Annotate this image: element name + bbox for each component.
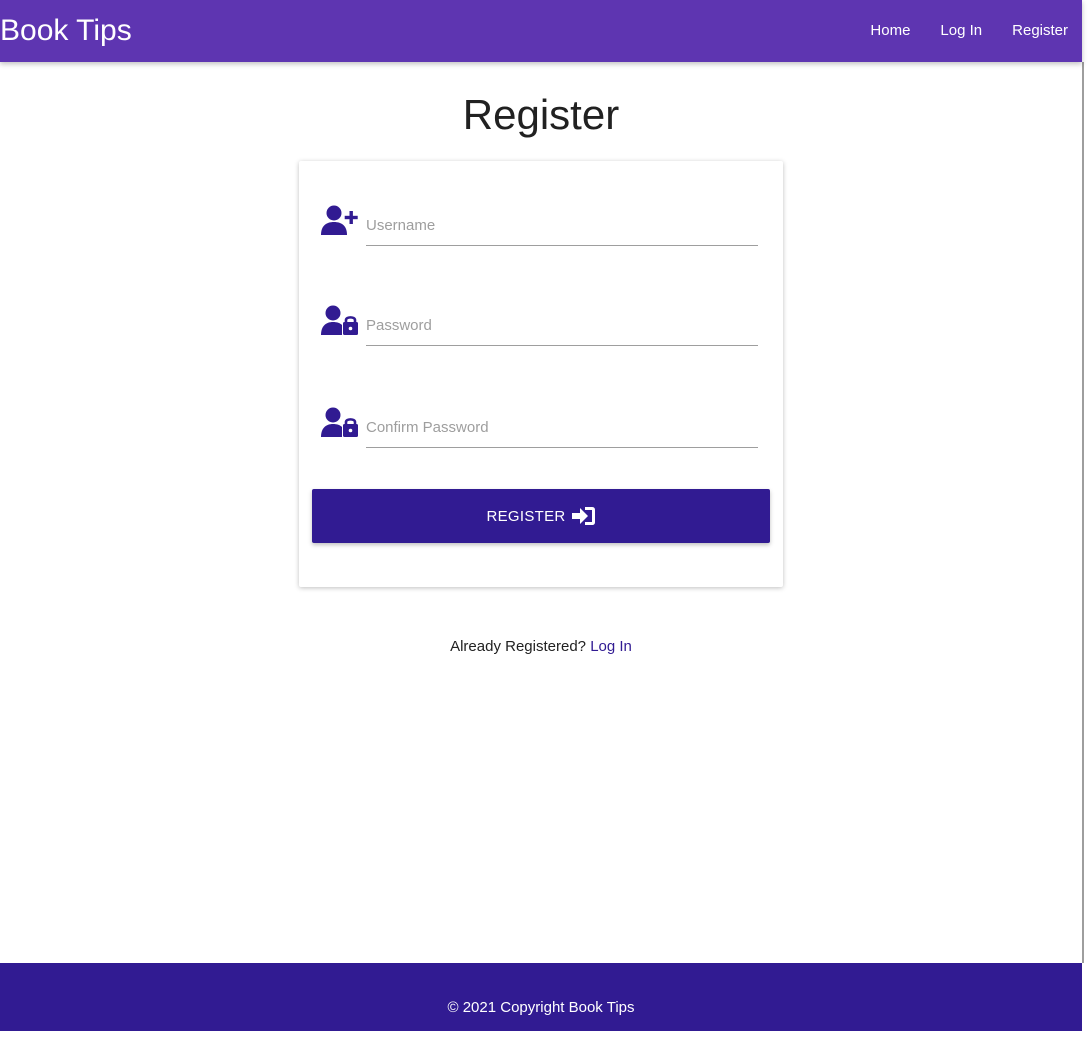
sign-in-icon: [571, 506, 596, 526]
page-title: Register: [462, 91, 620, 138]
password-input[interactable]: [366, 305, 758, 346]
footer-copyright: © 2021 Copyright Book Tips: [447, 999, 635, 1016]
user-plus-icon: [321, 205, 361, 239]
password-field-group: [321, 305, 761, 346]
register-button-label: REGISTER: [486, 507, 566, 525]
nav-link-register[interactable]: Register: [997, 20, 1068, 42]
page: Book Tips Home Log In Register Register: [0, 0, 1082, 1041]
brand-logo[interactable]: Book Tips: [0, 12, 132, 50]
confirm-password-field-group: [321, 407, 761, 448]
nav-link-home[interactable]: Home: [855, 20, 925, 42]
navbar: Book Tips Home Log In Register: [0, 0, 1082, 62]
username-field-group: [321, 205, 761, 246]
login-prompt-text: Already Registered?: [450, 638, 587, 655]
footer: © 2021 Copyright Book Tips: [0, 963, 1082, 1031]
login-prompt: Already Registered? Log In: [0, 637, 1082, 657]
page-divider: [1082, 62, 1084, 963]
user-lock-icon: [321, 407, 361, 441]
nav-links: Home Log In Register: [855, 20, 1068, 42]
register-card: REGISTER: [299, 161, 783, 587]
nav-link-login[interactable]: Log In: [925, 20, 997, 42]
user-lock-icon: [321, 305, 361, 339]
username-input[interactable]: [366, 205, 758, 246]
confirm-password-input[interactable]: [366, 407, 758, 448]
register-button[interactable]: REGISTER: [312, 489, 770, 543]
login-link[interactable]: Log In: [590, 638, 632, 655]
